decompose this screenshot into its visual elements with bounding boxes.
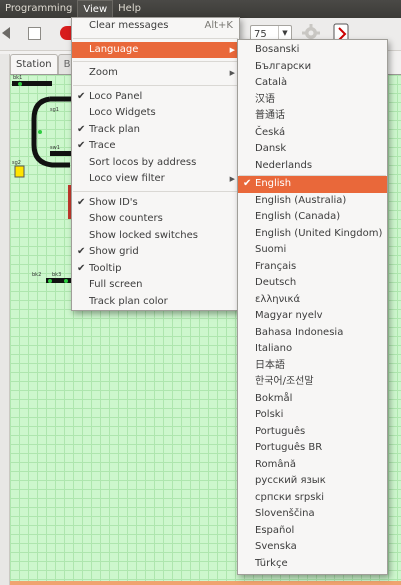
bottom-status-bar bbox=[10, 581, 401, 585]
track-segment bbox=[50, 151, 72, 156]
menu-item-language[interactable]: Language ▶ bbox=[72, 41, 239, 58]
track-label: bk2 bbox=[32, 272, 41, 278]
chevron-right-icon: ▶ bbox=[229, 45, 235, 54]
menu-separator bbox=[73, 190, 238, 192]
track-label: sg2 bbox=[12, 160, 21, 166]
menu-item-sort-locos[interactable]: Sort locos by address bbox=[72, 155, 239, 172]
menu-item-show-locked-switches[interactable]: Show locked switches bbox=[72, 228, 239, 245]
language-item[interactable]: English (Canada) bbox=[238, 209, 387, 226]
language-item[interactable]: Deutsch bbox=[238, 275, 387, 292]
check-icon: ✔ bbox=[77, 140, 86, 151]
language-item[interactable]: Polski bbox=[238, 407, 387, 424]
track-segment bbox=[12, 81, 52, 86]
language-item[interactable]: Español bbox=[238, 523, 387, 540]
language-item[interactable]: Dansk bbox=[238, 141, 387, 158]
language-item[interactable]: Română bbox=[238, 457, 387, 474]
shortcut-label: Alt+K bbox=[204, 20, 233, 31]
chevron-right-icon: ▶ bbox=[229, 175, 235, 183]
back-arrow-icon[interactable] bbox=[0, 25, 14, 41]
checkbox-icon[interactable] bbox=[28, 27, 41, 40]
language-item[interactable]: русский язык bbox=[238, 473, 387, 490]
language-item[interactable]: 日本語 bbox=[238, 358, 387, 375]
language-item[interactable]: 普通话 bbox=[238, 108, 387, 125]
menu-item-track-plan-color[interactable]: Track plan color bbox=[72, 294, 239, 311]
menubar: Programming View Help bbox=[0, 0, 401, 18]
left-panel bbox=[0, 54, 10, 585]
tab-station[interactable]: Station bbox=[10, 54, 58, 74]
language-submenu: Bosanski Български Català 汉语 普通话 Česká D… bbox=[237, 39, 388, 575]
language-item[interactable]: Italiano bbox=[238, 341, 387, 358]
menu-item-track-plan[interactable]: ✔ Track plan bbox=[72, 122, 239, 139]
track-label: sg1 bbox=[50, 107, 59, 113]
menu-item-loco-panel[interactable]: ✔ Loco Panel bbox=[72, 89, 239, 106]
language-item[interactable]: Suomi bbox=[238, 242, 387, 259]
language-item[interactable]: English (United Kingdom) bbox=[238, 226, 387, 243]
language-item[interactable]: English (Australia) bbox=[238, 193, 387, 210]
chevron-right-icon: ▶ bbox=[229, 69, 235, 77]
language-item[interactable]: српски srpski bbox=[238, 490, 387, 507]
language-item[interactable]: Nederlands bbox=[238, 158, 387, 175]
menu-item-loco-widgets[interactable]: Loco Widgets bbox=[72, 105, 239, 122]
menu-item-show-grid[interactable]: ✔ Show grid bbox=[72, 244, 239, 261]
menu-separator bbox=[73, 37, 238, 39]
language-item[interactable]: Magyar nyelv bbox=[238, 308, 387, 325]
tab-bar: Station B bbox=[10, 54, 77, 74]
menu-item-trace[interactable]: ✔ Trace bbox=[72, 138, 239, 155]
menu-item-show-counters[interactable]: Show counters bbox=[72, 211, 239, 228]
menu-item-tooltip[interactable]: ✔ Tooltip bbox=[72, 261, 239, 278]
track-label: bk3 bbox=[52, 272, 61, 278]
language-item-selected[interactable]: ✔ English bbox=[238, 176, 387, 193]
language-item[interactable]: Türkçe bbox=[238, 556, 387, 573]
language-item[interactable]: Български bbox=[238, 59, 387, 76]
language-item[interactable]: 汉语 bbox=[238, 92, 387, 109]
language-item[interactable]: Bahasa Indonesia bbox=[238, 325, 387, 342]
language-item[interactable]: Português BR bbox=[238, 440, 387, 457]
language-item[interactable]: ελληνικά bbox=[238, 292, 387, 309]
check-icon: ✔ bbox=[243, 178, 252, 189]
language-item[interactable]: 한국어/조선말 bbox=[238, 374, 387, 391]
menu-item-clear-messages[interactable]: Clear messages Alt+K bbox=[72, 18, 239, 35]
view-menu: Clear messages Alt+K Language ▶ Zoom ▶ ✔… bbox=[71, 17, 240, 311]
language-item[interactable]: Svenska bbox=[238, 539, 387, 556]
menu-help[interactable]: Help bbox=[113, 0, 146, 18]
signal-block bbox=[14, 165, 25, 178]
menu-separator bbox=[73, 61, 238, 62]
check-icon: ✔ bbox=[77, 90, 86, 102]
menu-item-show-ids[interactable]: ✔ Show ID's bbox=[72, 195, 239, 212]
language-item[interactable]: Bokmål bbox=[238, 391, 387, 408]
menu-item-zoom[interactable]: Zoom ▶ bbox=[72, 65, 239, 82]
check-icon: ✔ bbox=[77, 246, 86, 257]
check-icon: ✔ bbox=[77, 196, 86, 208]
language-item[interactable]: Português bbox=[238, 424, 387, 441]
language-item[interactable]: Français bbox=[238, 259, 387, 276]
track-label: sw1 bbox=[50, 145, 60, 151]
language-item[interactable]: Català bbox=[238, 75, 387, 92]
language-item[interactable]: Česká bbox=[238, 125, 387, 142]
check-icon: ✔ bbox=[77, 262, 86, 274]
menu-separator bbox=[73, 84, 238, 86]
language-item[interactable]: Bosanski bbox=[238, 42, 387, 59]
track-label: bk1 bbox=[13, 75, 22, 81]
menu-item-full-screen[interactable]: Full screen bbox=[72, 277, 239, 294]
check-icon: ✔ bbox=[77, 123, 86, 135]
menu-item-loco-view-filter[interactable]: Loco view filter ▶ bbox=[72, 171, 239, 188]
menu-programming[interactable]: Programming bbox=[0, 0, 77, 18]
language-item[interactable]: Slovenščina bbox=[238, 506, 387, 523]
menu-view[interactable]: View bbox=[77, 0, 114, 18]
